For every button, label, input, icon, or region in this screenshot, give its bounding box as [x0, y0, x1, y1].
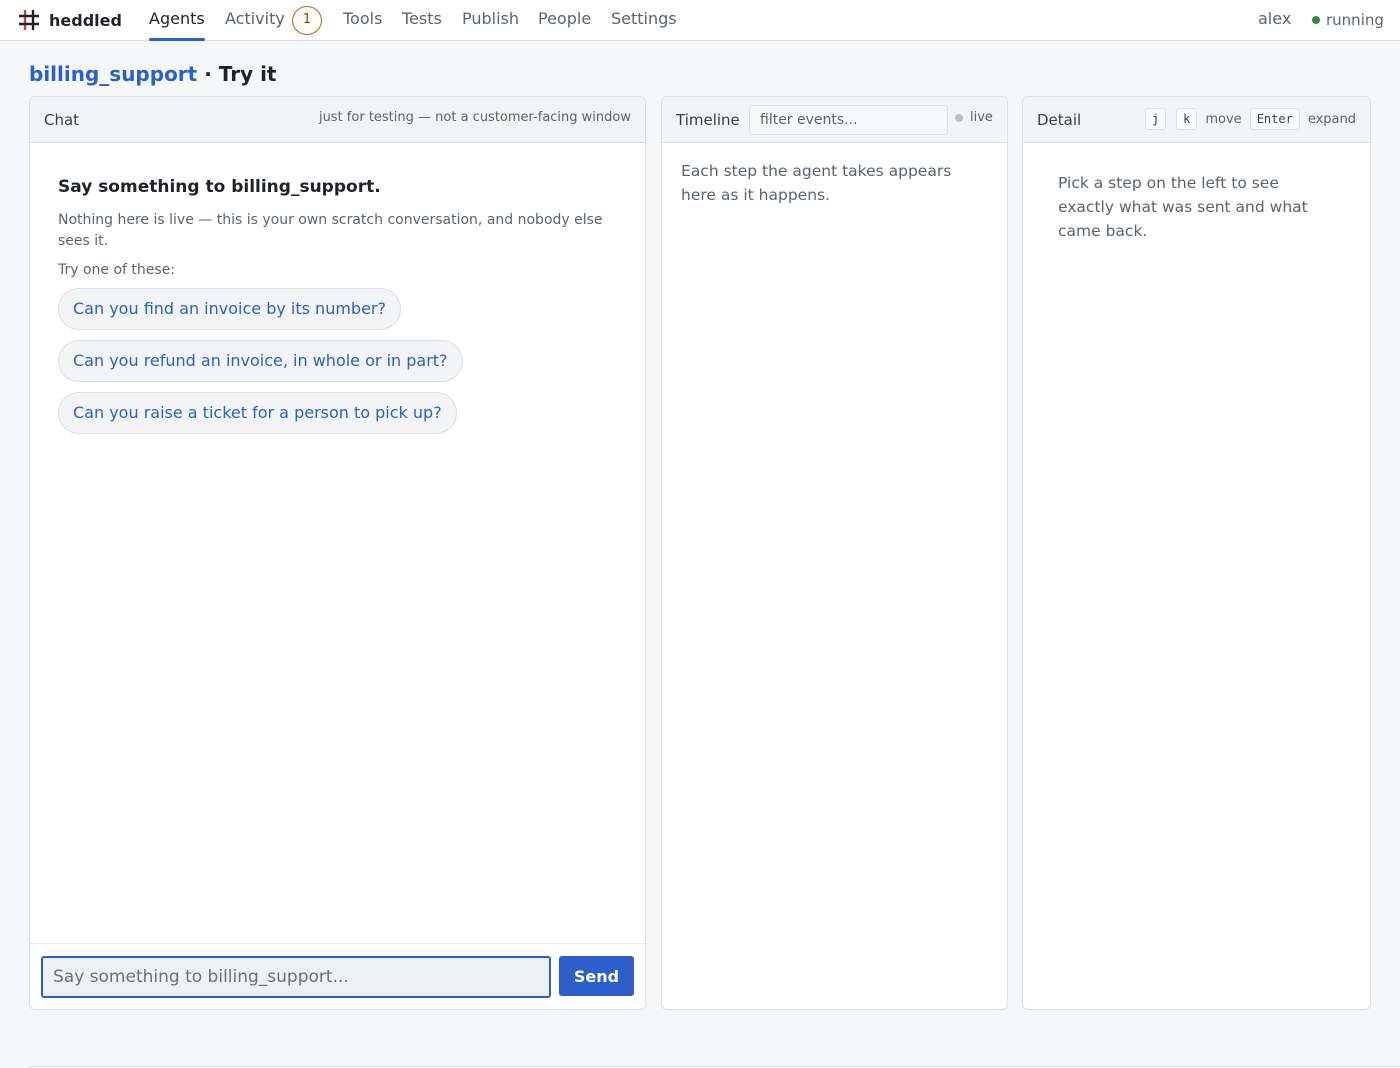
suggestion-chip[interactable]: Can you refund an invoice, in whole or i…	[58, 340, 463, 382]
app-name: heddled	[49, 10, 122, 30]
run-status-label: running	[1326, 11, 1384, 29]
chat-intro: Nothing here is live — this is your own …	[58, 212, 603, 249]
event-filter-input[interactable]	[749, 105, 948, 135]
timeline-empty-text: Each step the agent takes appears here a…	[681, 162, 952, 204]
expand-hint-label: expand	[1307, 111, 1356, 127]
title-separator: ·	[197, 62, 219, 86]
live-indicator: live	[955, 110, 993, 125]
chat-heading: Say something to billing_support.	[58, 177, 381, 197]
chat-testing-note: just for testing — not a customer-facing…	[318, 110, 631, 125]
key-enter: Enter	[1249, 108, 1300, 130]
chat-panel: Chat just for testing — not a customer-f…	[29, 96, 646, 1010]
suggestions-label: Try one of these:	[58, 262, 176, 278]
hash-grid-icon	[19, 10, 39, 30]
page-title: billing_support · Try it	[29, 62, 277, 86]
suggestion-chip[interactable]: Can you find an invoice by its number?	[58, 288, 401, 330]
keyboard-hints: j k move Enter expand	[1144, 108, 1356, 130]
detail-panel-title: Detail	[1037, 111, 1082, 129]
detail-panel: Detail j k move Enter expand Pick a step…	[1022, 96, 1371, 1010]
timeline-panel-header: Timeline live	[662, 97, 1007, 143]
timeline-panel: Timeline live Each step the agent takes …	[661, 96, 1008, 1010]
tab-agents[interactable]: Agents	[149, 0, 205, 41]
detail-panel-header: Detail j k move Enter expand	[1023, 97, 1370, 143]
move-hint-label: move	[1205, 111, 1242, 127]
timeline-panel-title: Timeline	[676, 111, 740, 129]
tab-publish[interactable]: Publish	[462, 0, 519, 41]
chat-panel-header: Chat just for testing — not a customer-f…	[30, 97, 645, 143]
suggestion-chip[interactable]: Can you raise a ticket for a person to p…	[58, 392, 457, 434]
chat-composer: Send	[30, 943, 645, 1009]
tab-tests[interactable]: Tests	[402, 0, 442, 41]
agent-link[interactable]: billing_support	[29, 62, 197, 86]
page-section: Try it	[218, 62, 277, 86]
key-k: k	[1176, 108, 1198, 130]
chat-message-input[interactable]	[41, 956, 551, 998]
user-name[interactable]: alex	[1258, 0, 1291, 38]
run-status: running	[1312, 0, 1384, 40]
chat-empty-state: Say something to billing_support. Nothin…	[58, 177, 628, 434]
tab-tools[interactable]: Tools	[343, 0, 382, 41]
brand[interactable]: heddled	[18, 7, 122, 33]
top-nav: heddled Agents Activity 1 Tools Tests Pu…	[0, 0, 1400, 41]
activity-count-badge: 1	[292, 6, 322, 35]
live-label: live	[970, 110, 993, 125]
key-j: j	[1144, 108, 1167, 130]
status-dot-icon	[1312, 16, 1320, 24]
tab-activity[interactable]: Activity	[225, 0, 285, 41]
send-button[interactable]: Send	[559, 956, 634, 996]
detail-empty-text: Pick a step on the left to see exactly w…	[1058, 174, 1308, 240]
chat-panel-title: Chat	[44, 111, 80, 129]
tab-settings[interactable]: Settings	[611, 0, 677, 41]
tab-people[interactable]: People	[538, 0, 591, 41]
footer-divider	[29, 1066, 1400, 1067]
live-dot-icon	[955, 113, 963, 122]
